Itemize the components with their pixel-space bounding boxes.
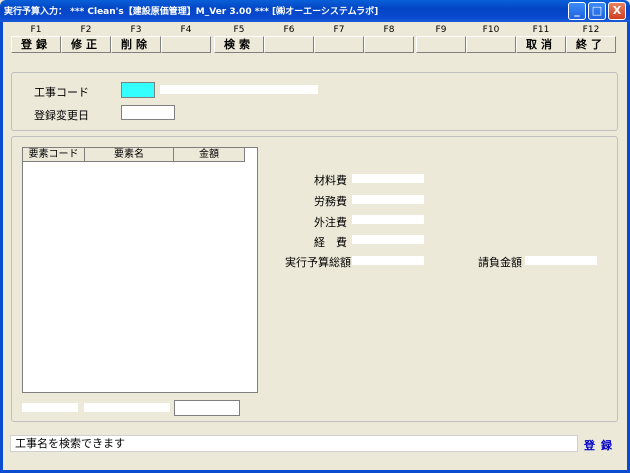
fkey-label: F11	[532, 25, 550, 35]
fkey-label: F6	[283, 25, 295, 35]
expense-label: 経 費	[314, 236, 347, 249]
search-button[interactable]: 検索	[214, 36, 264, 53]
project-code-label: 工事コード	[34, 86, 89, 99]
delete-button[interactable]: 削除	[111, 36, 161, 53]
grid-footer-field-2	[84, 403, 170, 412]
modify-button[interactable]: 修正	[61, 36, 111, 53]
fkey-label: F8	[383, 25, 395, 35]
f7-button[interactable]	[314, 36, 364, 53]
expense-field	[352, 235, 424, 244]
fkey-label: F5	[233, 25, 245, 35]
labor-cost-label: 労務費	[314, 195, 347, 208]
fkey-f10[interactable]: F10	[466, 24, 516, 54]
f8-button[interactable]	[364, 36, 414, 53]
close-button[interactable]: X	[608, 2, 626, 20]
column-header-amount[interactable]: 金額	[174, 148, 245, 162]
fkey-f9[interactable]: F9	[416, 24, 466, 54]
project-code-input[interactable]	[121, 82, 155, 98]
f4-button[interactable]	[161, 36, 211, 53]
column-header-code[interactable]: 要素コード	[23, 148, 85, 162]
column-header-name[interactable]: 要素名	[85, 148, 174, 162]
fkey-f6[interactable]: F6	[264, 24, 314, 54]
fkey-label: F9	[435, 25, 447, 35]
grid-total-field[interactable]	[174, 400, 240, 416]
function-key-bar: F1 登録 F2 修正 F3 削除 F4 F5 検索 F6 F7 F8 F9 F10 F…	[11, 24, 617, 54]
cancel-button[interactable]: 取消	[516, 36, 566, 53]
fkey-f11[interactable]: F11 取消	[516, 24, 566, 54]
grid-header: 要素コード 要素名 金額	[23, 148, 245, 162]
material-cost-field	[352, 174, 424, 183]
fkey-label: F1	[30, 25, 42, 35]
window-title: 実行予算入力： *** Clean's【建設原価管理】M_Ver 3.00 **…	[4, 7, 379, 17]
outsource-cost-label: 外注費	[314, 216, 347, 229]
outsource-cost-field	[352, 215, 424, 224]
fkey-f3[interactable]: F3 削除	[111, 24, 161, 54]
register-button[interactable]: 登録	[11, 36, 61, 53]
fkey-label: F12	[582, 25, 600, 35]
project-name-field	[160, 85, 318, 94]
f9-button[interactable]	[416, 36, 466, 53]
contract-amount-field	[525, 256, 597, 265]
header-panel	[11, 72, 618, 131]
fkey-label: F4	[180, 25, 192, 35]
title-bar: 実行予算入力： *** Clean's【建設原価管理】M_Ver 3.00 **…	[0, 0, 630, 22]
fkey-label: F3	[130, 25, 142, 35]
fkey-f4[interactable]: F4	[161, 24, 211, 54]
budget-total-label: 実行予算総額	[285, 256, 351, 269]
fkey-f7[interactable]: F7	[314, 24, 364, 54]
exit-button[interactable]: 終了	[566, 36, 616, 53]
fkey-f2[interactable]: F2 修正	[61, 24, 111, 54]
grid-footer-field-1	[22, 403, 78, 412]
material-cost-label: 材料費	[314, 174, 347, 187]
fkey-label: F2	[80, 25, 92, 35]
budget-total-field	[352, 256, 424, 265]
status-register-link[interactable]: 登録	[584, 437, 618, 453]
fkey-f12[interactable]: F12 終了	[566, 24, 616, 54]
fkey-f1[interactable]: F1 登録	[11, 24, 61, 54]
element-grid[interactable]: 要素コード 要素名 金額	[22, 147, 258, 393]
maximize-button[interactable]: □	[588, 2, 606, 20]
fkey-f8[interactable]: F8	[364, 24, 414, 54]
registered-date-label: 登録変更日	[34, 109, 89, 122]
fkey-f5[interactable]: F5 検索	[214, 24, 264, 54]
registered-date-field[interactable]	[121, 105, 175, 120]
labor-cost-field	[352, 195, 424, 204]
status-message: 工事名を検索できます	[10, 435, 578, 452]
fkey-label: F7	[333, 25, 345, 35]
f6-button[interactable]	[264, 36, 314, 53]
f10-button[interactable]	[466, 36, 516, 53]
contract-amount-label: 請負金額	[478, 256, 522, 269]
minimize-button[interactable]: _	[568, 2, 586, 20]
fkey-label: F10	[482, 25, 500, 35]
